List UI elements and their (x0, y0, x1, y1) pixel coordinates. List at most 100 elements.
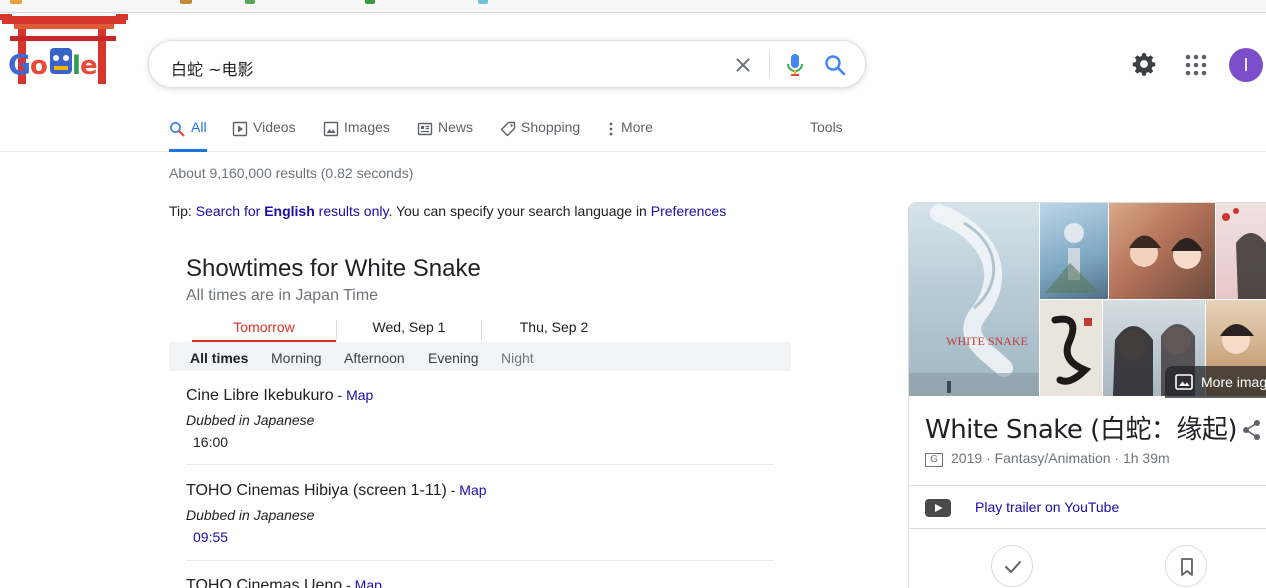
preferences-link[interactable]: Preferences (651, 203, 726, 219)
poster-title: WHITE SNAKE (946, 334, 1028, 348)
dubbed-label: Dubbed in Japanese (186, 412, 315, 428)
tag-icon (500, 121, 516, 137)
google-apps-icon[interactable] (1185, 54, 1207, 76)
name-separator: - (342, 577, 355, 588)
tab-shopping[interactable]: Shopping (500, 119, 586, 152)
youtube-icon[interactable] (925, 499, 951, 517)
tab-news[interactable]: News (417, 119, 477, 152)
tip-results-only: results only (314, 203, 389, 219)
bookmark-favicon[interactable] (365, 0, 375, 4)
settings-gear-icon[interactable] (1131, 51, 1157, 77)
gallery-image[interactable] (1109, 203, 1215, 299)
cinema-item: TOHO Cinemas Hibiya (screen 1-11) - Map … (186, 482, 774, 545)
dragon-illustration: WHITE SNAKE (909, 204, 1039, 396)
map-link[interactable]: Map (355, 577, 382, 588)
name-separator: - (333, 387, 347, 403)
clear-icon[interactable] (732, 54, 754, 76)
day-tab-wed[interactable]: Wed, Sep 1 (337, 316, 481, 342)
tab-videos[interactable]: Videos (232, 119, 302, 152)
filter-all-times[interactable]: All times (190, 350, 248, 366)
dubbed-label: Dubbed in Japanese (186, 507, 315, 523)
tab-label: Shopping (521, 119, 581, 135)
search-box-divider (769, 51, 770, 79)
svg-text:o: o (30, 51, 48, 81)
showtimes-title: Showtimes for White Snake (186, 255, 481, 282)
tools-label: Tools (810, 119, 843, 135)
cinema-divider (186, 560, 774, 561)
gallery-image[interactable] (1040, 203, 1108, 299)
cinema-divider (186, 464, 774, 465)
name-separator: - (446, 482, 460, 498)
rating-badge: G (925, 453, 943, 467)
play-trailer-link[interactable]: Play trailer on YouTube (975, 499, 1119, 515)
knowledge-panel: WHITE SNAKE More images White Snake (白蛇：… (908, 202, 1266, 588)
tools-button[interactable]: Tools (810, 119, 850, 152)
panel-divider (909, 528, 1266, 529)
bookmark-favicon[interactable] (478, 0, 488, 4)
time-of-day-filter: All times Morning Afternoon Evening Nigh… (169, 342, 791, 371)
account-avatar[interactable]: I (1229, 48, 1263, 82)
video-icon (232, 121, 248, 137)
calligraphy-illustration (1051, 315, 1092, 385)
google-doodle-logo[interactable]: G o l e (0, 14, 128, 90)
map-link[interactable]: Map (346, 387, 373, 403)
bookmark-favicon[interactable] (10, 0, 22, 4)
gallery-image[interactable] (1216, 203, 1266, 299)
more-images-label: More images (1201, 374, 1266, 390)
poster-image[interactable]: WHITE SNAKE (909, 203, 1039, 396)
bookmark-favicon[interactable] (245, 0, 255, 4)
day-selector: Tomorrow Wed, Sep 1 Thu, Sep 2 (192, 316, 626, 342)
tab-all[interactable]: All (169, 119, 207, 152)
cinema-name[interactable]: TOHO Cinemas Hibiya (screen 1-11) (186, 482, 447, 499)
watched-button[interactable] (991, 545, 1033, 587)
more-images-button[interactable]: More images (1165, 366, 1266, 398)
cinema-name-row: TOHO Cinemas Hibiya (screen 1-11) - Map (186, 482, 774, 500)
cinema-name[interactable]: TOHO Cinemas Ueno (186, 577, 342, 588)
tab-label: More (621, 119, 653, 135)
showtime-link[interactable]: 09:55 (193, 529, 774, 545)
tab-more[interactable]: More (607, 119, 657, 152)
filter-evening[interactable]: Evening (428, 350, 479, 366)
tab-label: Videos (253, 119, 296, 135)
tab-images[interactable]: Images (323, 119, 395, 152)
tab-label: Images (344, 119, 390, 135)
microphone-icon[interactable] (784, 53, 806, 77)
svg-text:G: G (8, 48, 31, 81)
search-box[interactable]: 白蛇 ~电影 (148, 40, 866, 88)
tip-search-for: Search for (195, 203, 265, 219)
news-icon (417, 122, 433, 136)
search-input[interactable]: 白蛇 ~电影 (171, 56, 254, 80)
filter-morning[interactable]: Morning (271, 350, 322, 366)
still-illustration (1129, 235, 1203, 269)
search-tabs: All Videos Images News Shopping More Too… (0, 110, 1266, 152)
still-illustration (1222, 208, 1266, 299)
still-illustration (1045, 223, 1100, 293)
language-tip: Tip: Search for English results only. Yo… (169, 203, 726, 219)
movie-meta: G 2019 · Fantasy/Animation · 1h 39m (925, 450, 1170, 467)
svg-text:e: e (80, 51, 98, 81)
image-icon (323, 121, 339, 137)
bookmark-favicon[interactable] (180, 0, 192, 4)
search-icon (170, 122, 185, 137)
cinema-name[interactable]: Cine Libre Ikebukuro (186, 387, 334, 404)
panel-divider (909, 485, 1266, 486)
map-link[interactable]: Map (459, 482, 486, 498)
day-tab-tomorrow[interactable]: Tomorrow (192, 316, 336, 342)
search-english-link[interactable]: Search for English results only (196, 203, 389, 219)
result-stats: About 9,160,000 results (0.82 seconds) (169, 165, 414, 181)
cinema-name-row: TOHO Cinemas Ueno - Map (186, 577, 774, 588)
image-icon (1175, 374, 1193, 390)
share-icon[interactable] (1241, 419, 1263, 441)
showtimes-timezone: All times are in Japan Time (186, 287, 379, 304)
filter-afternoon[interactable]: Afternoon (344, 350, 405, 366)
day-tab-thu[interactable]: Thu, Sep 2 (482, 316, 626, 342)
knowledge-panel-title: White Snake (白蛇：缘起) (925, 415, 1237, 445)
cinema-name-row: Cine Libre Ikebukuro - Map (186, 387, 774, 405)
gallery-image[interactable] (1040, 300, 1102, 396)
tab-label: News (438, 119, 474, 135)
cinema-item: Cine Libre Ikebukuro - Map Dubbed in Jap… (186, 387, 774, 450)
search-icon[interactable] (823, 53, 847, 77)
movie-meta-text: 2019 · Fantasy/Animation · 1h 39m (951, 450, 1170, 466)
filter-night: Night (501, 350, 534, 366)
watchlist-button[interactable] (1165, 545, 1207, 587)
